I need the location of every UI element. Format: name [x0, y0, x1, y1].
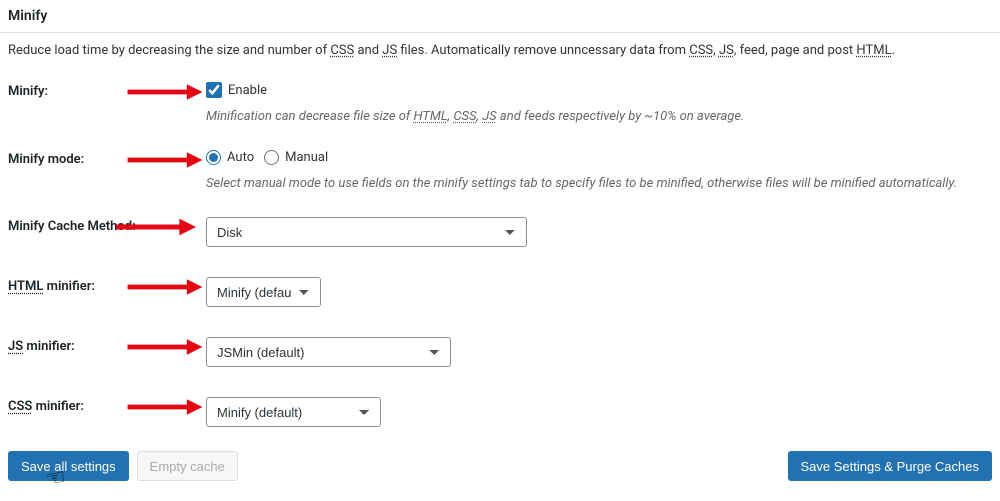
section-title: Minify [0, 0, 1000, 33]
row-enable: Minify: Enable Minification can decrease… [0, 78, 1000, 146]
save-purge-button[interactable]: Save Settings & Purge Caches [788, 451, 993, 481]
row-html-minifier: HTML minifier: Minify (default) [0, 273, 1000, 333]
enable-help-text: Minification can decrease file size of H… [206, 108, 992, 126]
html-minifier-select[interactable]: Minify (default) [206, 277, 321, 307]
css-minifier-select[interactable]: Minify (default) [206, 397, 381, 427]
row-css-minifier: CSS minifier: Minify (default) [0, 393, 1000, 437]
mode-help-text: Select manual mode to use fields on the … [206, 175, 992, 193]
arrow-icon [126, 82, 204, 102]
mode-radio-manual-label: Manual [285, 150, 328, 165]
cache-method-select[interactable]: Disk [206, 217, 527, 247]
arrow-icon [126, 277, 204, 297]
row-js-minifier: JS minifier: JSMin (default) [0, 333, 1000, 393]
row-cache-method: Minify Cache Method: Disk [0, 213, 1000, 273]
label-js-minifier: JS minifier: [8, 337, 206, 354]
mode-radio-auto[interactable] [206, 150, 221, 165]
footer-buttons: Save all settings Empty cache Save Setti… [0, 451, 1000, 481]
row-mode: Minify mode: Auto Manual Select manual m… [0, 146, 1000, 213]
mode-radio-manual[interactable] [264, 150, 279, 165]
js-minifier-select[interactable]: JSMin (default) [206, 337, 451, 367]
label-css-minifier: CSS minifier: [8, 397, 206, 414]
save-all-button[interactable]: Save all settings [8, 451, 129, 481]
label-cache-method: Minify Cache Method: [8, 217, 206, 234]
mode-radio-auto-label: Auto [227, 150, 254, 165]
enable-checkbox-label: Enable [228, 83, 267, 98]
arrow-icon [126, 150, 204, 170]
section-description: Reduce load time by decreasing the size … [0, 33, 1000, 78]
label-html-minifier: HTML minifier: [8, 277, 206, 294]
arrow-icon [126, 337, 204, 357]
label-minify: Minify: [8, 82, 206, 99]
empty-cache-button[interactable]: Empty cache [137, 451, 238, 481]
arrow-icon [126, 397, 204, 417]
label-mode: Minify mode: [8, 150, 206, 167]
enable-checkbox[interactable] [206, 82, 222, 98]
